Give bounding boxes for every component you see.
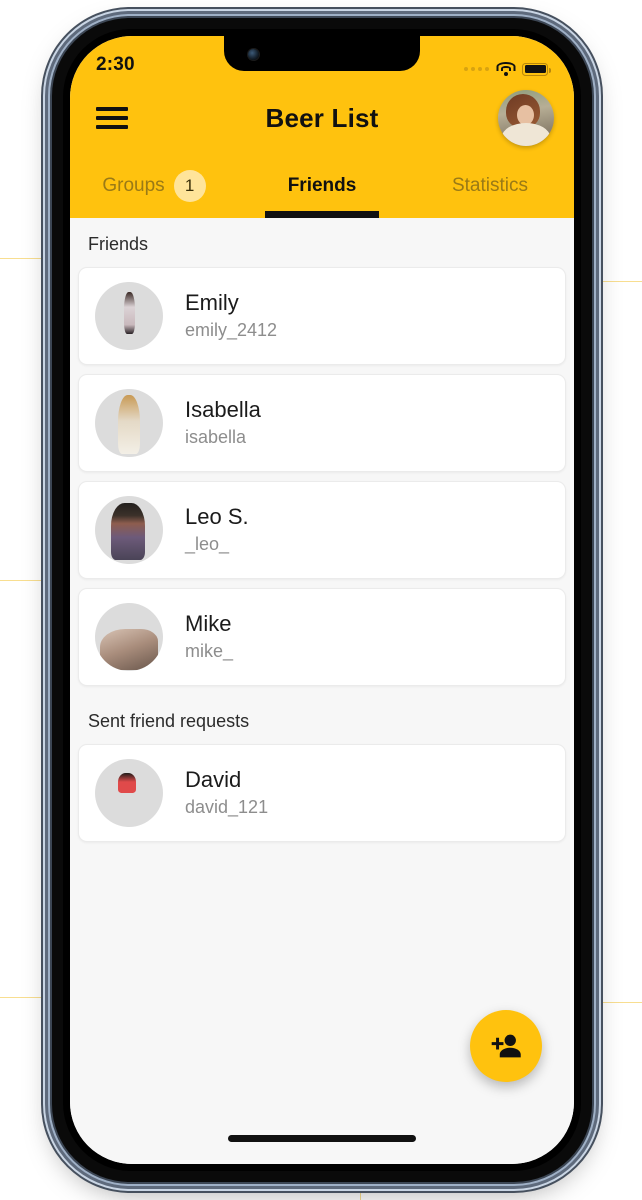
cellular-dots-icon xyxy=(464,67,489,71)
tab-friends[interactable]: Friends xyxy=(238,154,406,218)
list-item-handle: david_121 xyxy=(185,797,269,818)
list-item-name: Isabella xyxy=(185,397,261,423)
phone-bezel: 2:30 Beer List Groups 1 Friends Statisti… xyxy=(63,29,581,1171)
status-bar-indicators xyxy=(464,62,551,76)
screenshot-stage: 2:30 Beer List Groups 1 Friends Statisti… xyxy=(0,0,642,1200)
home-indicator xyxy=(228,1135,416,1142)
list-item-name: David xyxy=(185,767,242,793)
list-item-name: Mike xyxy=(185,611,232,637)
list-item-handle: _leo_ xyxy=(185,534,230,555)
list-item-text: Emily emily_2412 xyxy=(185,289,277,343)
tab-statistics[interactable]: Statistics xyxy=(406,154,574,218)
list-item-text: Mike mike_ xyxy=(185,610,233,664)
list-item-handle: isabella xyxy=(185,427,247,448)
list-item[interactable]: Mike mike_ xyxy=(78,588,566,686)
tab-groups-badge: 1 xyxy=(173,170,206,202)
section-header-friends: Friends xyxy=(88,234,149,254)
wifi-icon xyxy=(496,62,515,76)
title-bar: Beer List xyxy=(70,82,574,154)
list-item-handle: emily_2412 xyxy=(185,320,278,341)
add-friend-fab[interactable] xyxy=(470,1010,542,1082)
list-item[interactable]: Emily emily_2412 xyxy=(78,267,566,365)
phone-screen: 2:30 Beer List Groups 1 Friends Statisti… xyxy=(70,36,574,1164)
list-item[interactable]: Isabella isabella xyxy=(78,374,566,472)
tab-friends-label: Friends xyxy=(287,175,357,196)
friends-content[interactable]: Friends Emily emily_2412 Isabella isabel… xyxy=(70,218,574,1164)
status-bar-clock: 2:30 xyxy=(96,54,135,75)
section-header-sent-requests: Sent friend requests xyxy=(88,711,250,731)
list-item-text: Leo S. _leo_ xyxy=(185,503,249,557)
list-item-name: Leo S. xyxy=(185,504,249,530)
list-item-name: Emily xyxy=(185,290,239,316)
tab-statistics-label: Statistics xyxy=(451,175,529,196)
tab-groups-label: Groups xyxy=(102,175,165,196)
display-notch xyxy=(224,36,420,71)
avatar xyxy=(95,496,163,564)
tab-groups[interactable]: Groups 1 xyxy=(70,154,238,218)
avatar xyxy=(95,759,163,827)
list-item-handle: mike_ xyxy=(185,641,234,662)
list-item-text: Isabella isabella xyxy=(185,396,261,450)
list-item[interactable]: David david_121 xyxy=(78,744,566,842)
battery-full-icon xyxy=(522,62,551,76)
phone-frame: 2:30 Beer List Groups 1 Friends Statisti… xyxy=(52,18,592,1182)
profile-avatar[interactable] xyxy=(498,90,554,146)
person-add-icon xyxy=(491,1034,521,1058)
active-tab-indicator xyxy=(264,211,380,218)
avatar xyxy=(95,603,163,671)
tab-bar: Groups 1 Friends Statistics xyxy=(70,154,574,218)
hamburger-menu-icon[interactable] xyxy=(96,107,128,129)
avatar xyxy=(95,389,163,457)
avatar xyxy=(95,282,163,350)
list-item[interactable]: Leo S. _leo_ xyxy=(78,481,566,579)
front-camera-icon xyxy=(248,49,259,60)
list-item-text: David david_121 xyxy=(185,766,268,820)
